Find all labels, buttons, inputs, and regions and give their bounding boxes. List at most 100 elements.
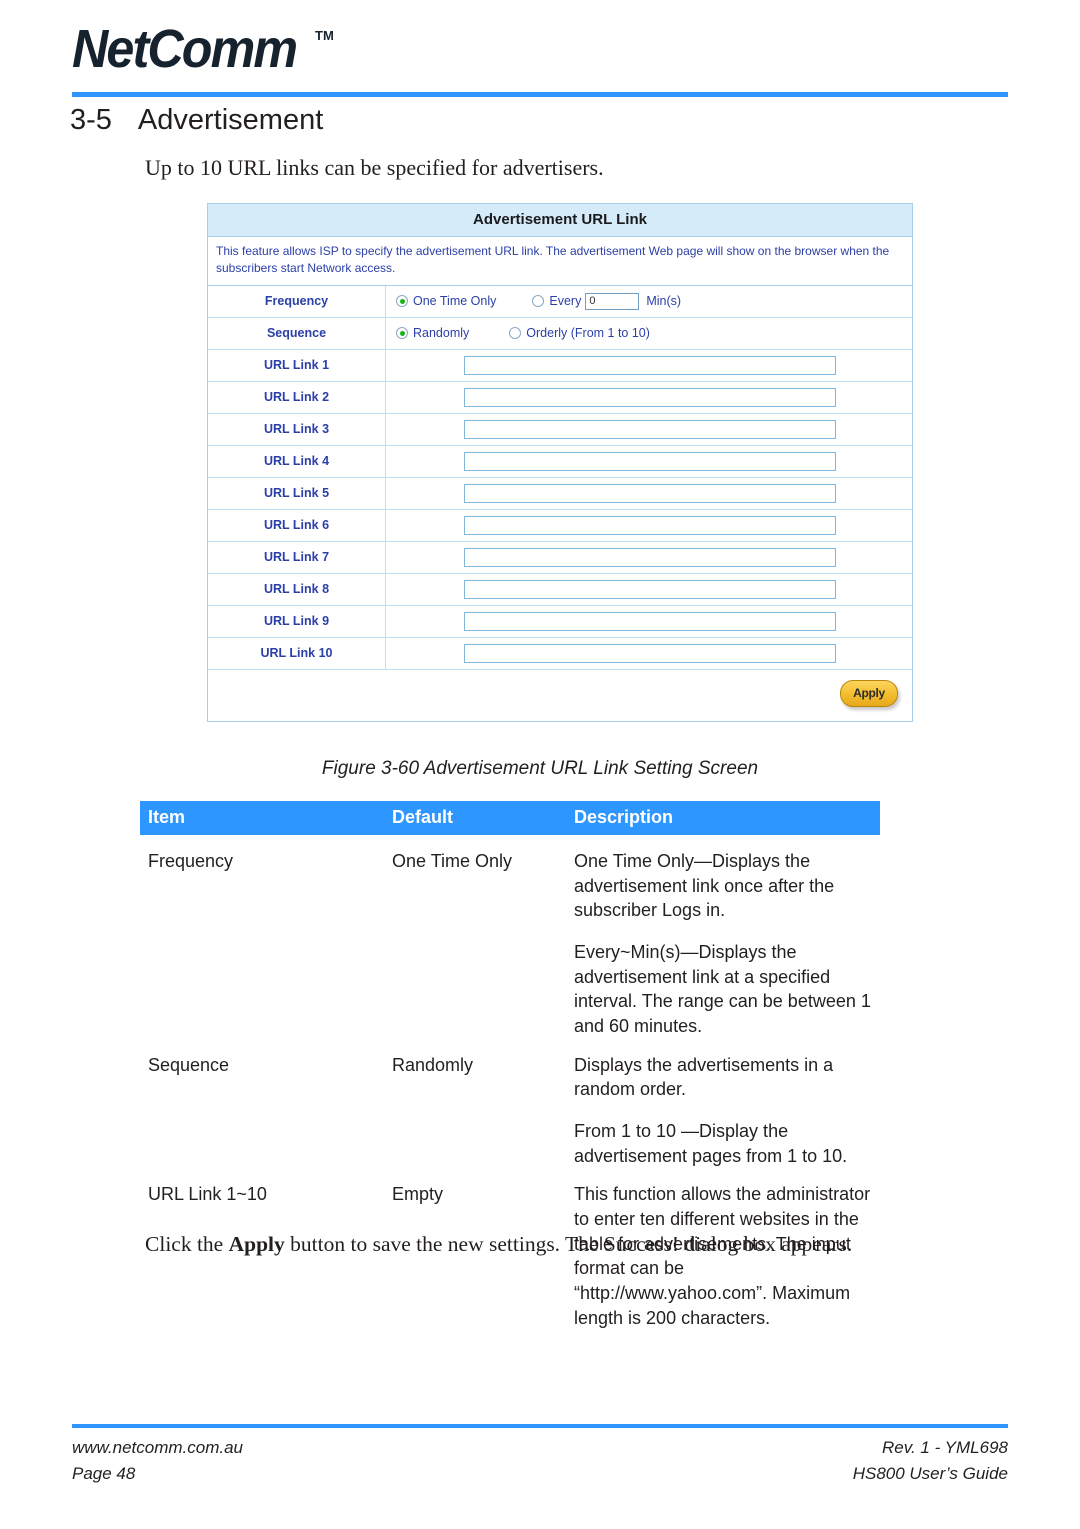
url-link-label: URL Link 10 bbox=[208, 637, 386, 669]
url-link-input[interactable] bbox=[464, 451, 836, 471]
form-row-url-link: URL Link 3 bbox=[208, 413, 912, 446]
radio-icon-randomly[interactable] bbox=[396, 327, 408, 340]
radio-icon-orderly[interactable] bbox=[509, 327, 522, 340]
cell-default: Randomly bbox=[392, 1054, 474, 1075]
cell-item: Frequency bbox=[148, 851, 234, 871]
url-link-value-cell bbox=[386, 606, 912, 637]
form-row-url-link: URL Link 8 bbox=[208, 573, 912, 606]
radio-option-every[interactable]: Every bbox=[532, 294, 581, 308]
form-row-frequency: Frequency One Time Only Every Min(s) bbox=[208, 285, 912, 318]
sequence-label: Sequence bbox=[208, 317, 386, 349]
url-link-label: URL Link 5 bbox=[208, 477, 386, 509]
radio-option-orderly[interactable]: Orderly (From 1 to 10) bbox=[509, 326, 650, 340]
closing-bold-apply: Apply bbox=[228, 1232, 285, 1256]
table-row: Sequence Randomly Displays the advertise… bbox=[140, 1039, 880, 1169]
url-link-input[interactable] bbox=[464, 547, 836, 567]
radio-icon-every[interactable] bbox=[532, 295, 545, 308]
url-link-label: URL Link 9 bbox=[208, 605, 386, 637]
radio-label-every: Every bbox=[549, 294, 582, 309]
apply-button[interactable]: Apply bbox=[840, 679, 898, 707]
url-link-input[interactable] bbox=[464, 355, 836, 375]
logo-wordmark: NetComm bbox=[72, 19, 298, 79]
url-link-value-cell bbox=[386, 478, 912, 509]
description-paragraph: One Time Only—Displays the advertisement… bbox=[574, 851, 835, 921]
radio-label-orderly: Orderly (From 1 to 10) bbox=[526, 326, 650, 341]
header-rule bbox=[72, 92, 1008, 97]
footer-revision: Rev. 1 - YML698 bbox=[882, 1438, 1008, 1457]
url-link-input[interactable] bbox=[464, 611, 836, 631]
url-link-input[interactable] bbox=[464, 643, 836, 663]
form-row-url-link: URL Link 5 bbox=[208, 477, 912, 510]
form-row-url-link: URL Link 9 bbox=[208, 605, 912, 638]
description-paragraph: Displays the advertisements in a random … bbox=[574, 1054, 834, 1100]
url-link-value-cell bbox=[386, 382, 912, 413]
frequency-label: Frequency bbox=[208, 285, 386, 317]
section-title: Advertisement bbox=[137, 104, 324, 136]
document-page: NetComm TM 3-5 Advertisement Up to 10 URL… bbox=[0, 0, 1080, 1529]
url-link-label: URL Link 1 bbox=[208, 349, 386, 381]
footer-left: www.netcomm.com.au Page 48 bbox=[72, 1435, 243, 1488]
url-link-label: URL Link 3 bbox=[208, 413, 386, 445]
url-link-value-cell bbox=[386, 350, 912, 381]
form-row-url-link: URL Link 1 bbox=[208, 349, 912, 382]
url-link-label: URL Link 4 bbox=[208, 445, 386, 477]
form-row-url-link: URL Link 4 bbox=[208, 445, 912, 478]
form-row-url-link: URL Link 2 bbox=[208, 381, 912, 414]
minutes-suffix-label: Min(s) bbox=[646, 294, 682, 309]
url-link-input[interactable] bbox=[464, 515, 836, 535]
footer-rule bbox=[72, 1424, 1008, 1428]
advertisement-url-link-form: Advertisement URL Link This feature allo… bbox=[207, 203, 913, 722]
page-title: 3-5 Advertisement bbox=[70, 104, 323, 137]
sequence-value-cell: Randomly Orderly (From 1 to 10) bbox=[386, 318, 912, 349]
form-row-sequence: Sequence Randomly Orderly (From 1 to 10) bbox=[208, 317, 912, 350]
column-header-description: Description bbox=[574, 807, 674, 827]
closing-paragraph: Click the Apply button to save the new s… bbox=[145, 1232, 852, 1257]
url-link-value-cell bbox=[386, 446, 912, 477]
cell-description: One Time Only—Displays the advertisement… bbox=[574, 849, 880, 1039]
frequency-value-cell: One Time Only Every Min(s) bbox=[386, 286, 912, 317]
url-link-input[interactable] bbox=[464, 483, 836, 503]
form-row-url-link: URL Link 6 bbox=[208, 509, 912, 542]
url-link-label: URL Link 6 bbox=[208, 509, 386, 541]
footer-right: Rev. 1 - YML698 HS800 User’s Guide bbox=[853, 1435, 1008, 1488]
table-header-row: Item Default Description bbox=[140, 801, 880, 835]
description-paragraph: From 1 to 10 —Display the advertisement … bbox=[574, 1120, 848, 1166]
radio-option-randomly[interactable]: Randomly bbox=[396, 326, 469, 340]
form-title-bar: Advertisement URL Link bbox=[208, 204, 912, 237]
column-header-item: Item bbox=[148, 807, 186, 827]
radio-icon-one-time-only[interactable] bbox=[396, 295, 408, 308]
radio-label-one-time-only: One Time Only bbox=[413, 294, 497, 309]
url-link-value-cell bbox=[386, 574, 912, 605]
closing-text-after: button to save the new settings. The Suc… bbox=[284, 1232, 853, 1256]
cell-default: One Time Only bbox=[392, 851, 513, 871]
every-minutes-input[interactable] bbox=[585, 292, 640, 310]
intro-paragraph: Up to 10 URL links can be specified for … bbox=[145, 155, 604, 180]
url-link-label: URL Link 8 bbox=[208, 573, 386, 605]
url-link-value-cell bbox=[386, 638, 912, 669]
form-row-url-link: URL Link 7 bbox=[208, 541, 912, 574]
trademark-symbol: TM bbox=[315, 28, 334, 43]
url-link-value-cell bbox=[386, 414, 912, 445]
footer-page-number: Page 48 bbox=[72, 1464, 136, 1484]
footer-website: www.netcomm.com.au bbox=[72, 1438, 243, 1457]
url-link-input[interactable] bbox=[464, 579, 836, 599]
table-row: Frequency One Time Only One Time Only—Di… bbox=[140, 835, 880, 1039]
netcomm-logo: NetComm TM bbox=[72, 19, 334, 79]
figure-caption: Figure 3-60 Advertisement URL Link Setti… bbox=[321, 758, 759, 779]
form-footer-row: Apply bbox=[208, 669, 912, 721]
radio-label-randomly: Randomly bbox=[413, 326, 470, 341]
column-header-default: Default bbox=[392, 807, 454, 827]
url-link-label: URL Link 2 bbox=[208, 381, 386, 413]
url-link-value-cell bbox=[386, 510, 912, 541]
footer-guide-title: HS800 User’s Guide bbox=[852, 1464, 1008, 1484]
description-paragraph: Every~Min(s)—Displays the advertisement … bbox=[574, 941, 871, 1036]
radio-option-one-time-only[interactable]: One Time Only bbox=[396, 294, 496, 308]
url-link-input[interactable] bbox=[464, 387, 836, 407]
cell-description: Displays the advertisements in a random … bbox=[574, 1053, 880, 1169]
section-number: 3-5 bbox=[70, 104, 112, 136]
cell-item: Sequence bbox=[148, 1054, 230, 1075]
form-description-note: This feature allows ISP to specify the a… bbox=[208, 237, 912, 286]
url-link-value-cell bbox=[386, 542, 912, 573]
closing-text-before: Click the bbox=[145, 1232, 229, 1256]
url-link-input[interactable] bbox=[464, 419, 836, 439]
